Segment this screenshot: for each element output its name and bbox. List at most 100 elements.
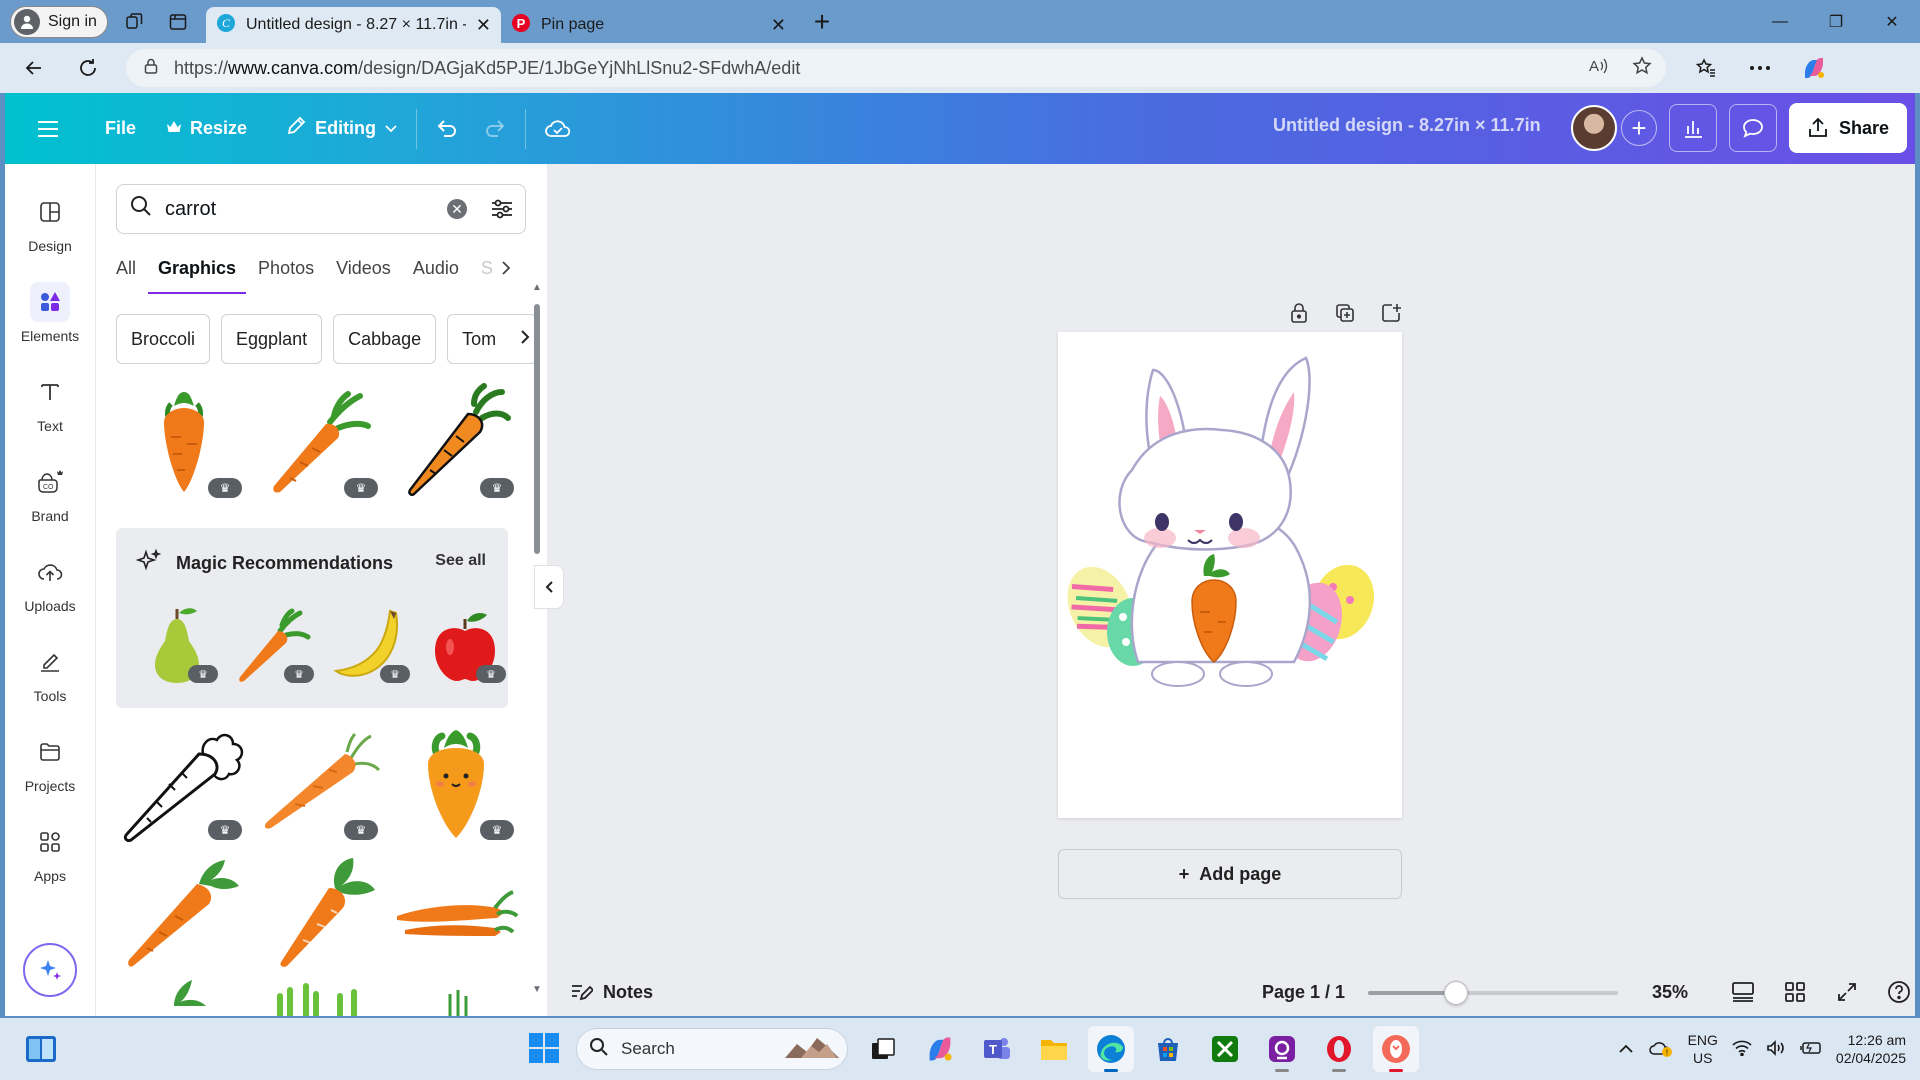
- see-all-link[interactable]: See all: [435, 552, 486, 570]
- graphic-banana[interactable]: ♛: [328, 603, 410, 685]
- opera-gx-icon[interactable]: [1373, 1026, 1419, 1072]
- taskbar-search-input[interactable]: Search: [576, 1028, 848, 1070]
- more-options-icon[interactable]: [1742, 50, 1778, 86]
- language-indicator[interactable]: ENG US: [1688, 1031, 1718, 1067]
- editing-mode-dropdown[interactable]: Editing: [273, 107, 410, 151]
- save-status-button[interactable]: [532, 107, 584, 151]
- invite-collaborator-button[interactable]: +: [1620, 110, 1657, 146]
- wifi-icon[interactable]: [1732, 1040, 1752, 1059]
- graphic-carrot-3[interactable]: ♛: [388, 382, 524, 502]
- graphic-leaf-peek[interactable]: [116, 976, 252, 1016]
- scroll-up-icon[interactable]: ▲: [532, 282, 542, 293]
- lock-icon[interactable]: [142, 57, 160, 80]
- tab-audio[interactable]: Audio: [413, 254, 459, 294]
- favorite-star-icon[interactable]: [1632, 55, 1652, 81]
- graphic-pear[interactable]: ♛: [136, 603, 218, 685]
- rail-item-uploads[interactable]: Uploads: [5, 552, 95, 614]
- rail-item-brand[interactable]: CO Brand: [5, 462, 95, 524]
- notes-button[interactable]: Notes: [569, 981, 653, 1003]
- graphic-carrot-bunch[interactable]: [388, 854, 524, 974]
- back-button[interactable]: [14, 48, 54, 88]
- tab-pinterest[interactable]: P Pin page ✕: [501, 7, 796, 43]
- chip-tomato[interactable]: Tom: [447, 314, 538, 364]
- tab-photos[interactable]: Photos: [258, 254, 314, 294]
- add-page-icon[interactable]: [1375, 297, 1407, 329]
- share-button[interactable]: Share: [1788, 103, 1907, 153]
- undo-button[interactable]: [423, 107, 471, 151]
- tab-all[interactable]: All: [116, 254, 136, 294]
- graphic-carrot-watercolor[interactable]: ♛: [252, 724, 388, 844]
- edge-browser-icon[interactable]: [1088, 1026, 1134, 1072]
- minimize-icon[interactable]: —: [1752, 0, 1808, 43]
- rail-item-apps[interactable]: Apps: [5, 822, 95, 884]
- rail-item-text[interactable]: Text: [5, 372, 95, 434]
- read-aloud-icon[interactable]: A: [1588, 56, 1610, 81]
- tab-videos[interactable]: Videos: [336, 254, 391, 294]
- tabs-scroll-right-icon[interactable]: [501, 254, 511, 294]
- resize-button[interactable]: Resize: [154, 107, 259, 151]
- magic-assistant-button[interactable]: [23, 943, 77, 997]
- rail-item-projects[interactable]: Projects: [5, 732, 95, 794]
- design-title[interactable]: Untitled design - 8.27in × 11.7in: [1273, 115, 1541, 136]
- scroll-down-icon[interactable]: ▼: [532, 984, 542, 995]
- close-tab-icon[interactable]: ✕: [476, 15, 491, 36]
- rail-item-elements[interactable]: Elements: [5, 282, 95, 344]
- collapse-panel-button[interactable]: [534, 565, 564, 609]
- volume-icon[interactable]: [1766, 1039, 1786, 1059]
- file-explorer-icon[interactable]: [1031, 1026, 1077, 1072]
- tab-more[interactable]: S: [481, 254, 493, 294]
- tab-actions-icon[interactable]: [160, 4, 196, 40]
- task-view-icon[interactable]: [860, 1026, 906, 1072]
- clear-search-icon[interactable]: ✕: [447, 199, 467, 219]
- page-view-icon[interactable]: [1727, 976, 1759, 1008]
- clock[interactable]: 12:26 am 02/04/2025: [1836, 1031, 1906, 1067]
- graphic-carrot-small[interactable]: ♛: [232, 603, 314, 685]
- graphic-carrot-1[interactable]: ♛: [116, 382, 252, 502]
- graphic-apple[interactable]: ♛: [424, 603, 506, 685]
- onedrive-status-icon[interactable]: !: [1648, 1038, 1674, 1061]
- microsoft-store-icon[interactable]: [1145, 1026, 1191, 1072]
- url-field[interactable]: https://www.canva.com/design/DAGjaKd5PJE…: [126, 49, 1666, 87]
- app-instagram-like-icon[interactable]: [1259, 1026, 1305, 1072]
- chip-cabbage[interactable]: Cabbage: [333, 314, 437, 364]
- add-page-button[interactable]: + Add page: [1058, 849, 1402, 899]
- zoom-slider[interactable]: [1368, 981, 1618, 1005]
- copilot-app-icon[interactable]: [917, 1026, 963, 1072]
- page-indicator[interactable]: Page 1 / 1: [1262, 982, 1345, 1003]
- zoom-percent[interactable]: 35%: [1652, 982, 1688, 1003]
- copilot-icon[interactable]: [1796, 50, 1832, 86]
- panel-scrollbar[interactable]: ▲ ▼: [532, 282, 542, 1004]
- opera-icon[interactable]: [1316, 1026, 1362, 1072]
- comments-button[interactable]: [1728, 104, 1777, 152]
- teams-icon[interactable]: T: [974, 1026, 1020, 1072]
- elements-search-input[interactable]: carrot ✕: [116, 184, 526, 234]
- sign-in-button[interactable]: Sign in: [10, 5, 108, 38]
- graphic-carrot-2[interactable]: ♛: [252, 382, 388, 502]
- close-tab-icon[interactable]: ✕: [771, 15, 786, 36]
- graphic-carrot-outline[interactable]: ♛: [116, 724, 252, 844]
- rail-item-design[interactable]: Design: [5, 192, 95, 254]
- graphic-leaf-peek[interactable]: [388, 976, 524, 1016]
- help-icon[interactable]: [1883, 976, 1915, 1008]
- main-menu-button[interactable]: [25, 107, 71, 151]
- file-menu-button[interactable]: File: [93, 107, 148, 151]
- lock-page-icon[interactable]: [1283, 297, 1315, 329]
- grid-view-icon[interactable]: [1779, 976, 1811, 1008]
- close-window-icon[interactable]: ✕: [1864, 0, 1920, 43]
- battery-icon[interactable]: [1800, 1041, 1822, 1058]
- favorites-icon[interactable]: [1688, 50, 1724, 86]
- tab-graphics[interactable]: Graphics: [148, 254, 247, 294]
- graphic-leaf-peek[interactable]: [252, 976, 388, 1016]
- fullscreen-icon[interactable]: [1831, 976, 1863, 1008]
- rail-item-tools[interactable]: Tools: [5, 642, 95, 704]
- insights-button[interactable]: [1668, 104, 1717, 152]
- duplicate-page-icon[interactable]: [1329, 297, 1361, 329]
- chip-broccoli[interactable]: Broccoli: [116, 314, 211, 364]
- new-tab-button[interactable]: +: [804, 4, 840, 40]
- filter-sliders-icon[interactable]: [489, 196, 515, 228]
- chip-eggplant[interactable]: Eggplant: [221, 314, 323, 364]
- chevron-up-icon[interactable]: [1618, 1041, 1634, 1057]
- redo-button[interactable]: [471, 107, 519, 151]
- scrollbar-thumb[interactable]: [534, 304, 540, 554]
- design-page[interactable]: [1058, 332, 1402, 818]
